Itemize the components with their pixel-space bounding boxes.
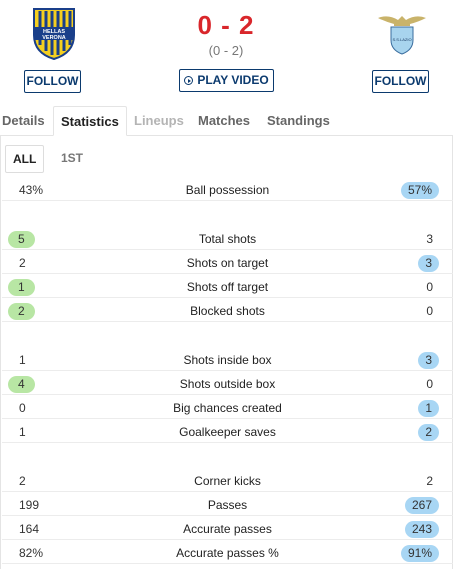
stat-label: Blocked shots [190,304,265,318]
home-stat-value: 2 [19,256,26,270]
stat-row: 0 Big chances created 1 [2,395,453,419]
stat-row: 82% Accurate passes % 91% [2,540,453,564]
stat-label: Accurate passes [183,522,272,536]
away-stat-value: 2 [426,474,433,488]
follow-away-button[interactable]: FOLLOW [372,70,429,93]
stat-row: 1 Shots off target 0 [2,274,453,298]
home-stat-value: 1 [8,279,35,296]
home-stat-value: 2 [8,303,35,320]
away-stat-value: 3 [426,232,433,246]
stat-label: Shots inside box [183,353,272,367]
home-stat-value: 1 [19,353,26,367]
away-stat-value: 243 [404,521,439,538]
match-score: 0 - 2 [197,10,255,40]
home-stat-value: 164 [19,522,40,536]
tab-statistics[interactable]: Statistics [53,106,127,136]
away-stat-value: 57% [400,182,439,199]
match-header: HELLAS VERONA 0 - 2 (0 - 2) S.S.LAZIO FO… [0,0,453,100]
follow-home-button[interactable]: FOLLOW [24,70,81,93]
stat-row: 5 Total shots 3 [2,226,453,250]
home-stat-value: 43% [19,183,44,197]
stat-label: Shots outside box [179,377,276,391]
tab-standings[interactable]: Standings [267,106,330,136]
stat-label: Passes [207,498,248,512]
statistics-panel: ALL 1ST 43% Ball possession 57% 5 Total shot… [0,136,453,569]
period-tab-1st[interactable]: 1ST [57,145,87,173]
away-stat-value: 91% [400,545,439,562]
stat-row: 199 Passes 267 [2,492,453,516]
stat-label: Shots off target [186,280,269,294]
stat-label: Ball possession [185,183,270,197]
stat-row: 43% Ball possession 57% [2,177,453,201]
away-stat-value: 3 [418,352,439,369]
stat-label: Goalkeeper saves [179,425,276,439]
stat-row: 2 Blocked shots 0 [2,298,453,322]
away-stat-value: 0 [426,280,433,294]
away-stat-value: 2 [418,424,439,441]
stat-row: 2 Corner kicks 2 [2,468,453,492]
match-tabs: Details Statistics Lineups Matches Stand… [0,106,453,136]
stat-row: 164 Accurate passes 243 [2,516,453,540]
stat-label: Accurate passes % [176,546,279,560]
play-video-label: PLAY VIDEO [197,73,269,87]
play-video-button[interactable]: PLAY VIDEO [179,69,274,92]
away-stat-value: 0 [426,377,433,391]
stat-label: Total shots [198,232,257,246]
stat-label: Corner kicks [194,474,261,488]
tab-lineups: Lineups [134,113,184,128]
home-stat-value: 2 [19,474,26,488]
tab-details[interactable]: Details [2,106,45,136]
stat-label: Big chances created [173,401,282,415]
halftime-score: (0 - 2) [208,43,244,58]
stat-row: 2 Shots on target 3 [2,250,453,274]
away-stat-value: 3 [418,255,439,272]
away-stat-value: 1 [418,400,439,417]
home-stat-value: 1 [19,425,26,439]
home-stat-value: 0 [19,401,26,415]
away-stat-value: 267 [404,497,439,514]
play-icon [184,76,194,85]
away-stat-value: 0 [426,304,433,318]
stat-row: 4 Shots outside box 0 [2,371,453,395]
home-stat-value: 5 [8,231,35,248]
home-stat-value: 82% [19,546,44,560]
stat-row: 1 Shots inside box 3 [2,347,453,371]
period-tab-all[interactable]: ALL [5,145,45,173]
hellas-verona-crest-icon[interactable]: HELLAS VERONA [31,5,77,61]
home-stat-value: 199 [19,498,40,512]
home-stat-value: 4 [8,376,35,393]
tab-matches[interactable]: Matches [198,106,250,136]
stat-row: 1 Goalkeeper saves 2 [2,419,453,443]
stat-label: Shots on target [186,256,269,270]
lazio-crest-icon[interactable]: S.S.LAZIO [374,12,430,56]
svg-text:VERONA: VERONA [42,35,66,41]
svg-text:S.S.LAZIO: S.S.LAZIO [392,37,411,42]
